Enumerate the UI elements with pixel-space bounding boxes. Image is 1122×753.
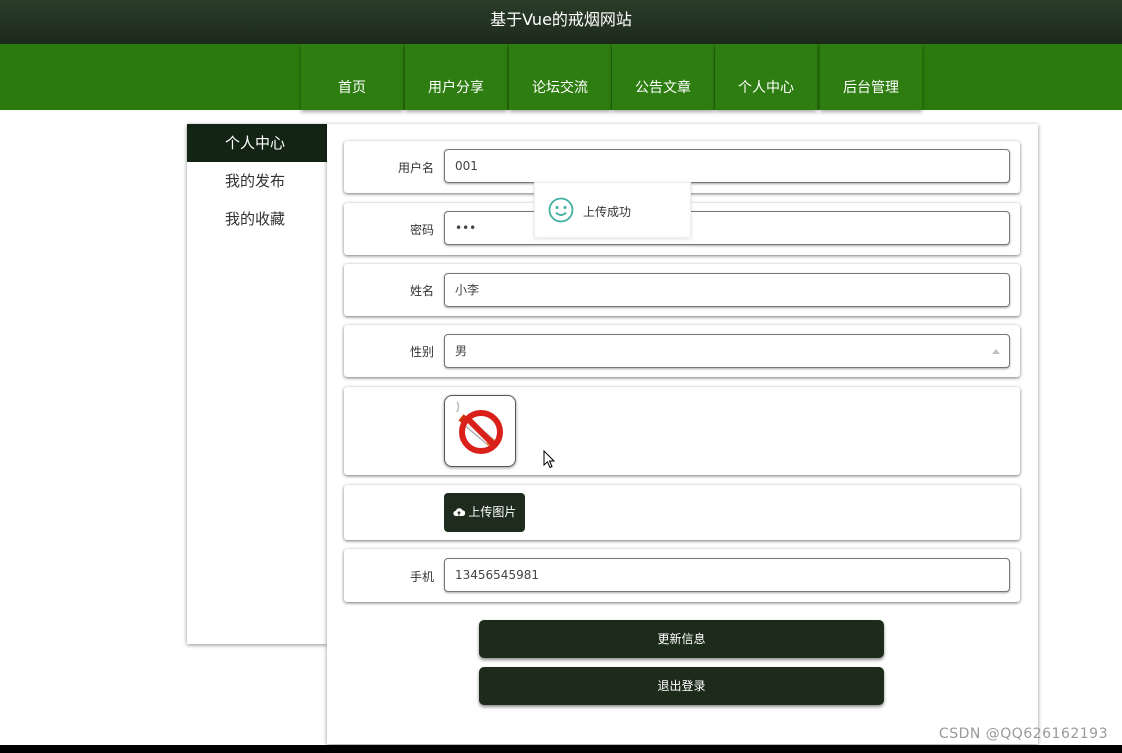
main-nav: 首页 用户分享 论坛交流 公告文章 个人中心 后台管理	[0, 44, 1122, 110]
avatar-row	[344, 387, 1020, 475]
sidebar-item-personal-center[interactable]: 个人中心	[187, 124, 327, 162]
phone-row: 手机 13456545981	[344, 549, 1020, 602]
sidebar: 个人中心 我的发布 我的收藏	[187, 124, 327, 644]
name-row: 姓名 小李	[344, 264, 1020, 316]
password-label: 密码	[409, 223, 434, 237]
mouse-cursor-icon	[543, 450, 556, 469]
csdn-watermark: CSDN @QQ626162193	[938, 726, 1108, 742]
name-label: 姓名	[409, 284, 434, 298]
gender-label: 性别	[409, 345, 434, 359]
nav-item-home[interactable]: 首页	[301, 44, 403, 110]
phone-label: 手机	[409, 570, 434, 584]
logout-button[interactable]: 退出登录	[479, 667, 884, 705]
smiley-icon	[548, 197, 574, 223]
avatar-image[interactable]	[444, 395, 516, 467]
nav-item-user-share[interactable]: 用户分享	[405, 44, 507, 110]
toast-message: 上传成功	[583, 205, 632, 219]
caret-up-icon	[992, 349, 1000, 354]
cloud-upload-icon	[452, 508, 465, 516]
upload-image-label: 上传图片	[468, 505, 517, 519]
upload-image-button[interactable]: 上传图片	[444, 493, 525, 532]
nav-item-announcements[interactable]: 公告文章	[612, 44, 714, 110]
name-input[interactable]: 小李	[444, 273, 1010, 307]
gender-selected-value: 男	[455, 344, 468, 358]
username-input[interactable]: 001	[444, 149, 1010, 183]
gender-select[interactable]: 男	[444, 334, 1010, 368]
bottom-border	[0, 745, 1122, 753]
sidebar-item-my-posts[interactable]: 我的发布	[187, 162, 327, 200]
update-info-button[interactable]: 更新信息	[479, 620, 884, 658]
upload-success-toast: 上传成功	[534, 182, 691, 238]
sidebar-item-my-favorites[interactable]: 我的收藏	[187, 200, 327, 238]
nav-item-forum[interactable]: 论坛交流	[509, 44, 611, 110]
no-smoking-icon	[456, 401, 503, 454]
site-title: 基于Vue的戒烟网站	[0, 0, 1122, 44]
gender-row: 性别 男	[344, 325, 1020, 377]
password-input[interactable]: •••	[444, 211, 1010, 245]
nav-item-admin[interactable]: 后台管理	[820, 44, 922, 110]
username-label: 用户名	[397, 161, 434, 175]
upload-row: 上传图片	[344, 485, 1020, 540]
phone-input[interactable]: 13456545981	[444, 558, 1010, 592]
nav-item-personal-center[interactable]: 个人中心	[715, 44, 817, 110]
